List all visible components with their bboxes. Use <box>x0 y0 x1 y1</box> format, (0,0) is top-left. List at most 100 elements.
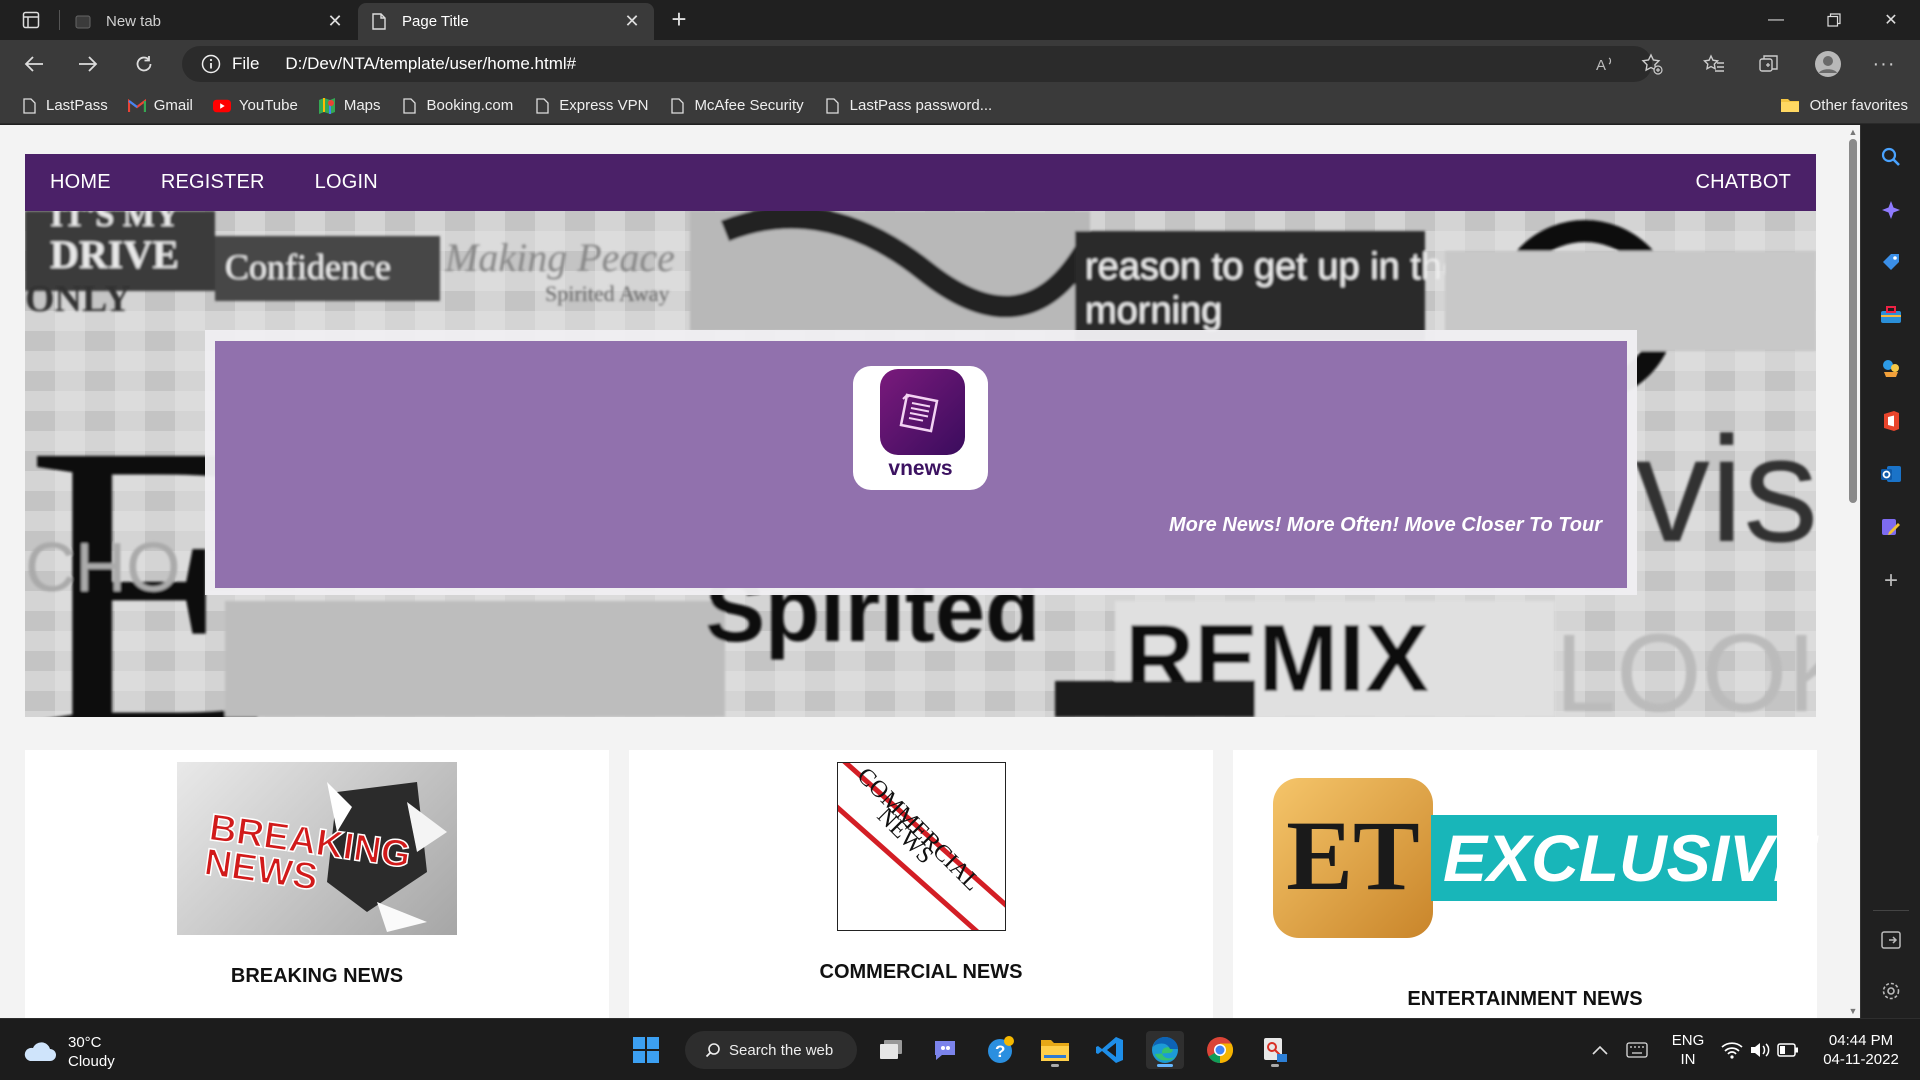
task-view-icon[interactable] <box>872 1031 910 1069</box>
page-icon <box>533 97 551 115</box>
favorite-youtube[interactable]: YouTube <box>212 97 298 115</box>
add-sidebar-app-icon[interactable]: + <box>1876 566 1906 596</box>
close-tab-icon[interactable]: ✕ <box>622 11 642 32</box>
nav-register-link[interactable]: REGISTER <box>136 171 290 194</box>
running-indicator <box>1157 1064 1173 1067</box>
nav-login-link[interactable]: LOGIN <box>290 171 403 194</box>
teams-chat-icon[interactable] <box>926 1031 964 1069</box>
outlook-icon[interactable] <box>1876 459 1906 489</box>
clock[interactable]: 04:44 PM 04-11-2022 <box>1818 1031 1904 1069</box>
collections-icon[interactable] <box>1753 48 1785 80</box>
favorite-lastpass-password[interactable]: LastPass password... <box>824 97 992 115</box>
favorite-booking[interactable]: Booking.com <box>401 97 513 115</box>
edge-sidebar: + <box>1860 125 1920 1018</box>
games-icon[interactable] <box>1876 353 1906 383</box>
settings-more-icon[interactable]: ··· <box>1868 48 1900 80</box>
nav-home-link[interactable]: HOME <box>25 171 136 194</box>
keyboard-icon[interactable] <box>1621 1031 1653 1069</box>
tools-briefcase-icon[interactable] <box>1876 300 1906 330</box>
shopping-tag-icon[interactable] <box>1876 247 1906 277</box>
language-code: ENG <box>1671 1032 1705 1049</box>
scrollbar-thumb[interactable] <box>1849 139 1857 503</box>
search-icon[interactable] <box>1876 142 1906 172</box>
volume-icon[interactable] <box>1746 1031 1774 1069</box>
scroll-up-icon[interactable]: ▲ <box>1848 127 1858 137</box>
favorite-label: Express VPN <box>559 97 649 114</box>
sidebar-settings-icon[interactable] <box>1876 976 1906 1006</box>
other-favorites[interactable]: Other favorites <box>1780 96 1908 114</box>
profile-avatar-icon[interactable] <box>1812 48 1844 80</box>
tab-page-title[interactable]: Page Title ✕ <box>358 3 654 40</box>
nav-chatbot-link[interactable]: CHATBOT <box>1671 171 1816 194</box>
help-tips-icon[interactable]: ? <box>982 1031 1020 1069</box>
running-indicator <box>1051 1064 1059 1067</box>
new-tab-button[interactable]: + <box>664 6 694 34</box>
back-arrow-icon[interactable] <box>18 49 50 79</box>
restore-icon[interactable] <box>1805 0 1863 40</box>
favorites-icon[interactable] <box>1698 48 1730 80</box>
favorite-label: Maps <box>343 97 381 114</box>
chrome-icon[interactable] <box>1201 1031 1239 1069</box>
edge-browser-icon[interactable] <box>1146 1031 1184 1069</box>
gmail-icon <box>127 97 146 115</box>
browser-toolbar: File D:/Dev/NTA/template/user/home.html#… <box>0 40 1920 88</box>
page-scrollbar[interactable]: ▲ ▼ <box>1846 125 1860 1018</box>
page-icon <box>824 97 842 115</box>
address-bar[interactable]: File D:/Dev/NTA/template/user/home.html# <box>182 46 1652 82</box>
collage-word: Confidence <box>225 247 391 287</box>
collage-word: Spirited Away <box>545 281 669 306</box>
forward-arrow-icon[interactable] <box>72 49 104 79</box>
windows-start-icon[interactable] <box>627 1031 665 1069</box>
office-icon[interactable] <box>1876 406 1906 436</box>
url-text[interactable]: D:/Dev/NTA/template/user/home.html# <box>285 54 576 74</box>
tab-new-tab[interactable]: New tab ✕ <box>62 3 357 40</box>
favorite-label: LastPass <box>46 97 108 114</box>
read-aloud-icon[interactable]: A <box>1590 48 1622 80</box>
card-title: ENTERTAINMENT NEWS <box>1407 988 1643 1010</box>
battery-icon[interactable] <box>1774 1031 1802 1069</box>
search-icon <box>705 1043 720 1058</box>
favorite-label: McAfee Security <box>694 97 804 114</box>
card-entertainment-news[interactable]: ET EXCLUSIVE ENTERTAINMENT NEWS <box>1233 750 1817 1018</box>
cloud-icon <box>24 1042 56 1061</box>
card-breaking-news[interactable]: BREAKING NEWS BREAKING NEWS <box>25 750 609 1018</box>
exclusive-band: EXCLUSIVE <box>1431 815 1817 901</box>
collage-word: CHO <box>25 528 181 606</box>
taskbar-search[interactable]: Search the web <box>685 1031 857 1069</box>
favorite-maps[interactable]: Maps <box>318 97 381 115</box>
drop-edit-icon[interactable] <box>1876 512 1906 542</box>
svg-text:A: A <box>1596 57 1606 73</box>
weather-temp: 30°C <box>68 1034 102 1051</box>
tab-title: Page Title <box>402 13 469 30</box>
close-window-icon[interactable]: ✕ <box>1862 0 1920 40</box>
search-label: Search the web <box>729 1041 834 1059</box>
scroll-down-icon[interactable]: ▼ <box>1848 1006 1858 1016</box>
close-tab-icon[interactable]: ✕ <box>325 11 345 32</box>
page-icon <box>401 97 419 115</box>
clock-time: 04:44 PM <box>1828 1032 1894 1049</box>
tab-actions-icon[interactable] <box>14 8 48 32</box>
maps-icon <box>318 97 336 115</box>
favorite-gmail[interactable]: Gmail <box>127 97 193 115</box>
show-hidden-icons-chevron-icon[interactable] <box>1585 1031 1615 1069</box>
wifi-icon[interactable] <box>1718 1031 1746 1069</box>
vscode-icon[interactable] <box>1091 1031 1129 1069</box>
et-logo-text: ET <box>1286 800 1420 911</box>
card-commercial-news[interactable]: COMMERCIAL NEWS COMMERCIAL NEWS <box>629 750 1213 1018</box>
discover-icon[interactable] <box>1876 195 1906 225</box>
snipping-tool-icon[interactable] <box>1256 1031 1294 1069</box>
favorite-mcafee[interactable]: McAfee Security <box>668 97 804 115</box>
add-favorite-icon[interactable] <box>1636 48 1668 80</box>
info-icon[interactable] <box>200 53 222 75</box>
vnews-logo[interactable]: vnews <box>853 366 988 490</box>
minimize-icon[interactable]: — <box>1747 0 1805 40</box>
language-indicator[interactable]: ENG IN <box>1668 1031 1708 1069</box>
favorite-lastpass[interactable]: LastPass <box>20 97 108 115</box>
hide-sidebar-icon[interactable] <box>1876 925 1906 955</box>
refresh-icon[interactable] <box>128 49 160 79</box>
weather-widget[interactable]: 30°C Cloudy <box>22 1033 115 1071</box>
favorite-express-vpn[interactable]: Express VPN <box>533 97 648 115</box>
file-explorer-icon[interactable] <box>1036 1031 1074 1069</box>
page-icon <box>668 97 686 115</box>
youtube-icon <box>212 97 231 115</box>
